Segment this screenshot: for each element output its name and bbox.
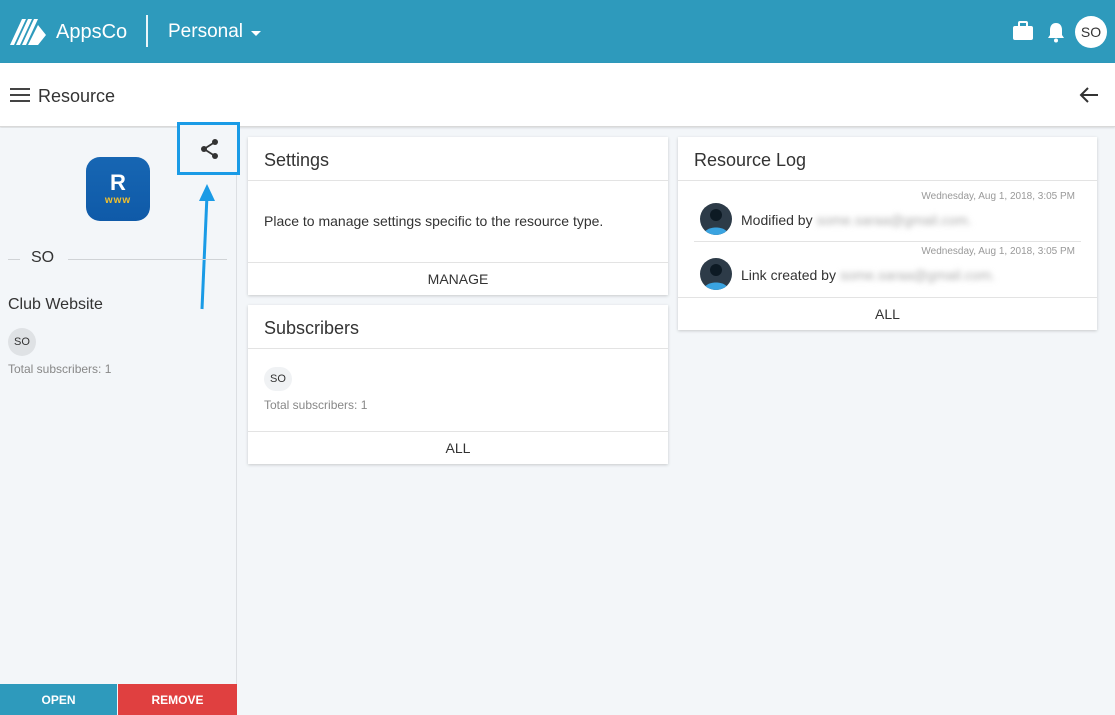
divider <box>248 348 668 349</box>
resource-sidebar: R www SO Club Website SO Total subscribe… <box>0 122 240 715</box>
owner-initials: SO <box>31 249 55 266</box>
back-arrow-icon[interactable] <box>1078 85 1100 105</box>
subscriber-avatar[interactable]: SO <box>8 328 36 356</box>
log-entry-text: Link created by some.saraa@gmail.com. <box>741 267 995 283</box>
share-button[interactable] <box>177 122 240 175</box>
user-avatar[interactable]: SO <box>1075 16 1107 48</box>
subscribers-title: Subscribers <box>264 318 360 338</box>
log-entry-text: Modified by some.saraa@gmail.com. <box>741 212 972 228</box>
subscribers-all-button[interactable]: ALL <box>248 431 668 464</box>
owner-divider: SO <box>8 249 227 267</box>
settings-description: Place to manage settings specific to the… <box>264 213 604 229</box>
hamburger-menu-icon[interactable] <box>10 87 30 103</box>
subscriber-chip[interactable]: SO <box>264 367 292 391</box>
settings-title: Settings <box>264 150 330 170</box>
appsco-logo-icon[interactable] <box>8 15 48 49</box>
divider-right <box>68 259 227 260</box>
share-icon <box>201 139 218 159</box>
log-entry-action: Link created by <box>741 267 836 283</box>
briefcase-icon[interactable] <box>1012 21 1034 41</box>
log-entry-action: Modified by <box>741 212 813 228</box>
top-app-bar: AppsCo Personal SO <box>0 0 1115 63</box>
resource-logo: R www <box>86 157 150 221</box>
log-entry-email: some.saraa@gmail.com. <box>839 267 995 283</box>
resource-logo-sub: www <box>104 195 132 206</box>
subscribers-total: Total subscribers: 1 <box>264 398 368 412</box>
resource-logo-letter: R <box>110 170 126 195</box>
open-button[interactable]: OPEN <box>0 684 117 715</box>
page-header: Resource <box>0 63 1115 127</box>
resource-name: Club Website <box>8 296 103 313</box>
divider <box>694 241 1081 242</box>
log-all-button[interactable]: ALL <box>678 297 1097 330</box>
resource-log-title: Resource Log <box>694 150 807 170</box>
divider <box>248 180 668 181</box>
divider <box>146 15 148 47</box>
caret-down-icon <box>251 31 261 36</box>
settings-card: Settings Place to manage settings specif… <box>248 137 668 295</box>
user-avatar-icon <box>700 258 732 290</box>
remove-button[interactable]: REMOVE <box>118 684 237 715</box>
user-avatar-icon <box>700 203 732 235</box>
log-entry-email: some.saraa@gmail.com. <box>816 212 972 228</box>
subscribers-card: Subscribers SO Total subscribers: 1 ALL <box>248 305 668 464</box>
manage-button[interactable]: MANAGE <box>248 262 668 295</box>
divider <box>678 180 1097 181</box>
log-timestamp: Wednesday, Aug 1, 2018, 3:05 PM <box>921 246 1075 257</box>
org-switcher[interactable]: Personal <box>168 21 261 43</box>
page-title: Resource <box>38 86 116 106</box>
org-name: Personal <box>168 21 243 42</box>
annotation-arrow-icon <box>199 184 215 310</box>
total-subscribers: Total subscribers: 1 <box>8 362 112 376</box>
log-timestamp: Wednesday, Aug 1, 2018, 3:05 PM <box>921 191 1075 202</box>
divider-left <box>8 259 20 260</box>
resource-log-card: Resource Log Wednesday, Aug 1, 2018, 3:0… <box>678 137 1097 330</box>
bell-icon[interactable] <box>1046 21 1066 43</box>
brand-name[interactable]: AppsCo <box>56 21 127 44</box>
